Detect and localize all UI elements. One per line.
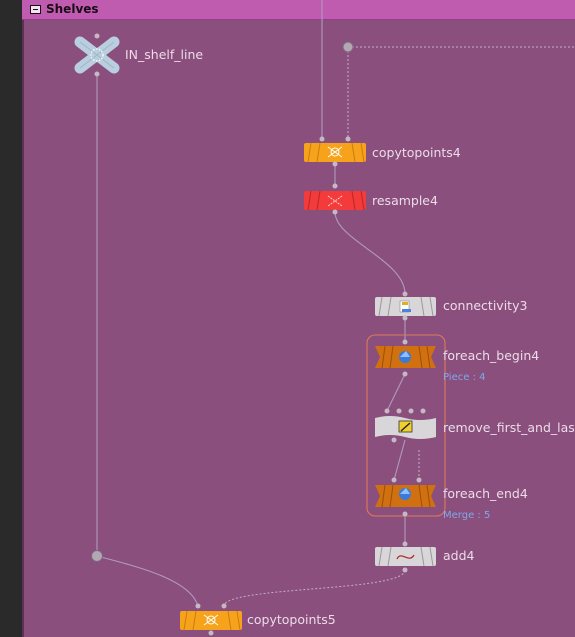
node-connectivity3[interactable] — [375, 291, 436, 321]
node-label-copytopoints4[interactable]: copytopoints4 — [372, 145, 461, 160]
node-label-add4[interactable]: add4 — [443, 548, 474, 563]
wire-dotted-add4-to-copytopoints5 — [223, 569, 406, 607]
wire-dot[interactable] — [342, 41, 354, 53]
node-resample4[interactable] — [304, 183, 366, 215]
node-label-in-shelf-line[interactable]: IN_shelf_line — [125, 47, 203, 62]
node-status-foreach-end4: Merge : 5 — [443, 510, 491, 521]
wire-dot[interactable] — [91, 550, 103, 562]
node-foreach-end4[interactable] — [375, 477, 436, 517]
node-foreach-begin4[interactable] — [375, 339, 436, 377]
null-cross-icon — [74, 36, 120, 74]
wire-remove-to-foreach-end4 — [393, 439, 406, 481]
node-in-shelf-line[interactable] — [74, 33, 120, 77]
node-remove-first-and-last[interactable] — [375, 408, 436, 443]
wrangle-icon — [398, 420, 413, 433]
node-status-foreach-begin4: Piece : 4 — [443, 372, 486, 383]
network-graph — [74, 0, 575, 636]
foreach-end-icon — [399, 488, 411, 500]
node-add4[interactable] — [375, 541, 436, 573]
node-copytopoints5[interactable] — [180, 603, 242, 636]
node-copytopoints4[interactable] — [304, 136, 366, 167]
foreach-begin-icon — [399, 351, 411, 363]
wire-dot-to-copytopoints5 — [96, 555, 199, 607]
wire-foreach-begin4-to-remove-first-and-last — [386, 373, 406, 412]
node-label-copytopoints5[interactable]: copytopoints5 — [247, 612, 336, 627]
node-label-connectivity3[interactable]: connectivity3 — [443, 298, 527, 313]
node-label-remove-first-and-last[interactable]: remove_first_and_last1 — [443, 420, 575, 435]
node-label-foreach-end4[interactable]: foreach_end4 — [443, 486, 528, 501]
node-label-foreach-begin4[interactable]: foreach_begin4 — [443, 348, 539, 363]
node-label-resample4[interactable]: resample4 — [372, 193, 438, 208]
wire-resample4-to-connectivity3 — [334, 211, 406, 295]
